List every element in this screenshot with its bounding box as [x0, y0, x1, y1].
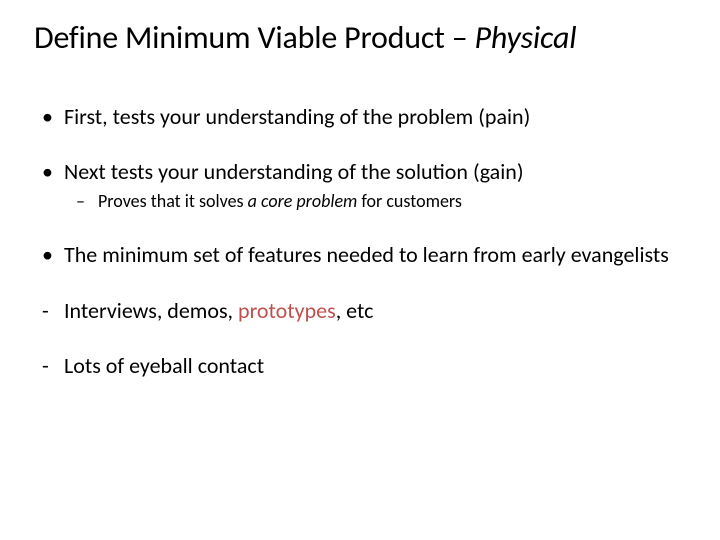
slide: Define Minimum Viable Product – Physical…: [0, 0, 720, 540]
bullet-2-sub-pre: Proves that it solves: [98, 190, 248, 212]
bullet-4-post: , etc: [336, 297, 374, 324]
bullet-2-sub: Proves that it solves a core problem for…: [64, 190, 686, 213]
bullet-5: Lots of eyeball contact: [34, 352, 686, 380]
title-main: Define Minimum Viable Product –: [34, 18, 475, 57]
bullet-1-text: First, tests your understanding of the p…: [64, 103, 530, 130]
bullet-2-sub-post: for customers: [357, 190, 462, 212]
bullet-2-sub-em: a core problem: [248, 190, 358, 212]
bullet-4-accent: prototypes: [238, 297, 336, 324]
bullet-4-pre: Interviews, demos,: [64, 297, 238, 324]
bullet-4: Interviews, demos, prototypes, etc: [34, 297, 686, 325]
bullet-3-text: The minimum set of features needed to le…: [64, 241, 669, 268]
bullet-2: Next tests your understanding of the sol…: [34, 158, 686, 213]
bullet-1: First, tests your understanding of the p…: [34, 103, 686, 131]
bullet-5-text: Lots of eyeball contact: [64, 352, 264, 379]
title-italic: Physical: [475, 18, 577, 57]
bullet-2-sublist: Proves that it solves a core problem for…: [64, 190, 686, 213]
bullet-3: The minimum set of features needed to le…: [34, 241, 686, 269]
bullet-list: First, tests your understanding of the p…: [34, 103, 686, 380]
slide-title: Define Minimum Viable Product – Physical: [34, 20, 686, 57]
bullet-2-text: Next tests your understanding of the sol…: [64, 158, 524, 185]
